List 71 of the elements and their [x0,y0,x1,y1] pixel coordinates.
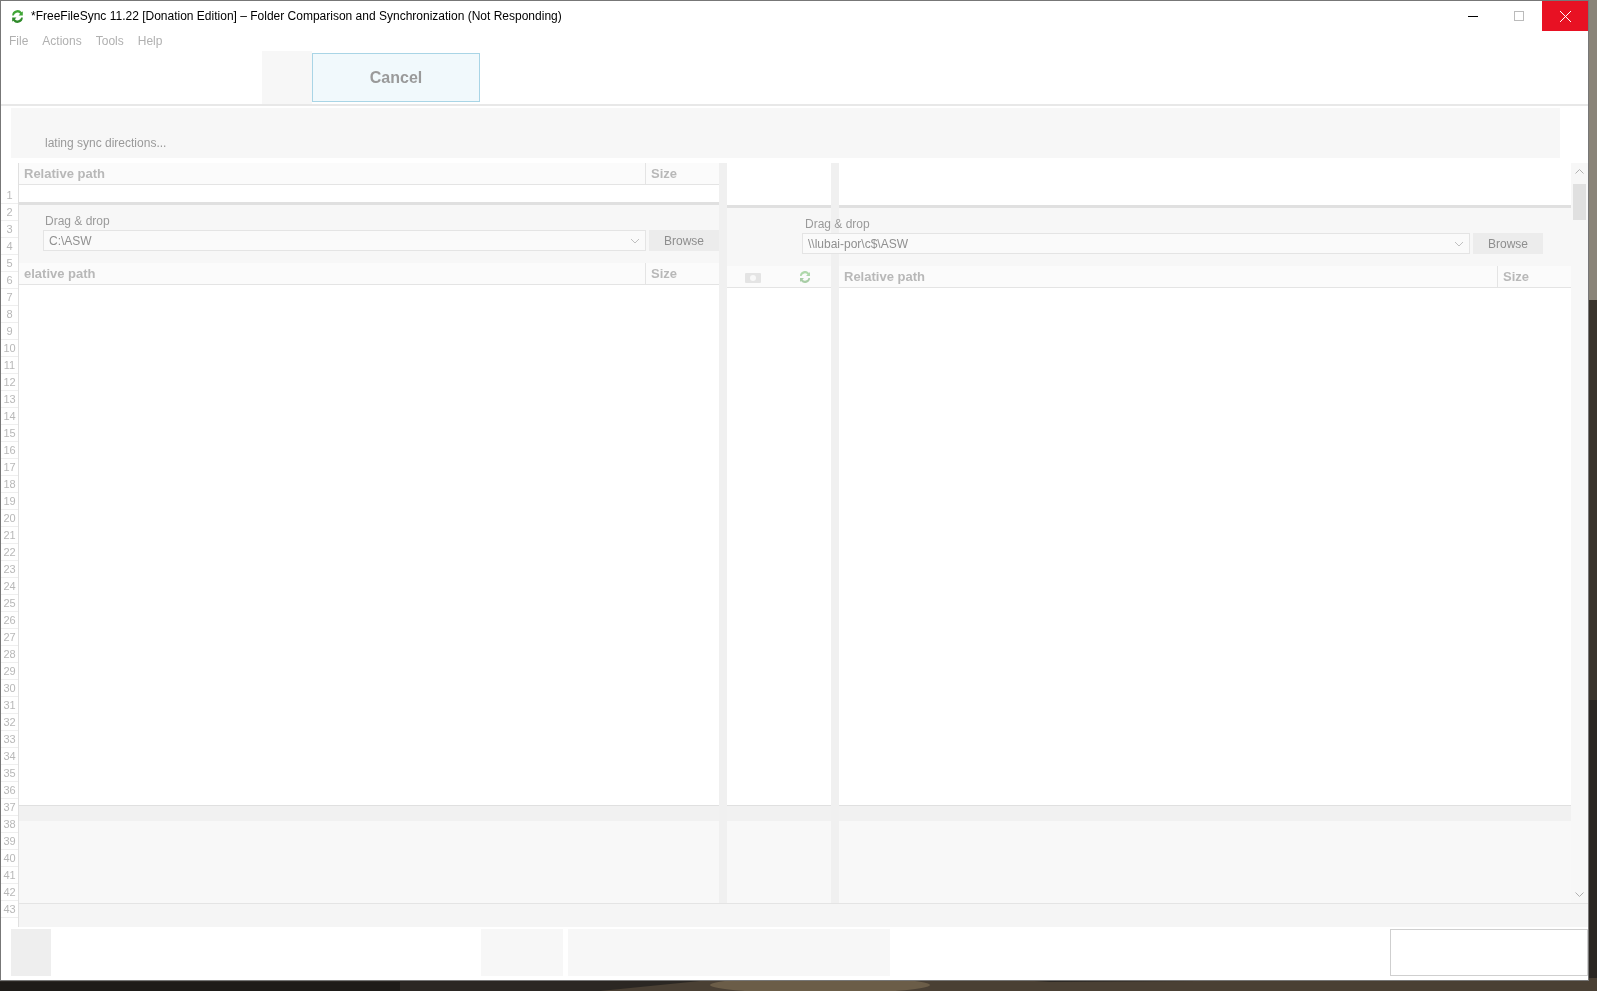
close-button[interactable] [1542,1,1588,31]
folder-path-field[interactable]: C:\ASW [43,230,646,251]
row-number: 23 [1,561,18,578]
row-number: 14 [1,408,18,425]
row-number: 21 [1,527,18,544]
row-number: 9 [1,323,18,340]
status-text: lating sync directions... [45,135,168,152]
column-header[interactable]: Relative path [19,163,645,184]
row-number: 34 [1,748,18,765]
row-number: 25 [1,595,18,612]
window-title: *FreeFileSync 11.22 [Donation Edition] – Folder Comparison and Synchronization (Not Responding) [31,8,562,25]
row-number: 18 [1,476,18,493]
column-header[interactable]: elative path [19,263,645,284]
drag-drop-label: Drag & drop [45,213,111,229]
menu-item[interactable]: Actions [42,32,82,50]
row-number: 10 [1,340,18,357]
row-number: 16 [1,442,18,459]
row-number: 22 [1,544,18,561]
row-number: 41 [1,867,18,884]
row-number: 37 [1,799,18,816]
row-number: 36 [1,782,18,799]
browse-button[interactable]: Browse [1473,233,1543,254]
row-number: 29 [1,663,18,680]
row-number: 5 [1,255,18,272]
dropdown-icon [1454,240,1464,247]
row-number: 42 [1,884,18,901]
row-number: 30 [1,680,18,697]
menu-item[interactable]: Tools [95,32,124,50]
row-number: 31 [1,697,18,714]
scroll-down-icon[interactable] [1575,892,1584,897]
column-header[interactable]: Size [645,163,719,184]
row-number: 32 [1,714,18,731]
row-number: 13 [1,391,18,408]
row-number: 39 [1,833,18,850]
row-number: 24 [1,578,18,595]
minimize-icon [1468,15,1478,17]
close-icon [1559,10,1571,22]
row-number: 3 [1,221,18,238]
menu-item[interactable]: Help [137,32,163,50]
column-header[interactable]: Size [645,263,719,284]
row-number: 17 [1,459,18,476]
cancel-button[interactable]: Cancel [312,53,480,102]
scroll-up-icon[interactable] [1575,169,1584,174]
row-number: 35 [1,765,18,782]
sync-icon [797,268,813,285]
menu-item[interactable]: File [9,32,29,50]
row-number: 2 [1,204,18,221]
row-number: 27 [1,629,18,646]
row-number: 12 [1,374,18,391]
row-number: 11 [1,357,18,374]
row-number: 20 [1,510,18,527]
maximize-icon [1514,11,1524,21]
row-number: 19 [1,493,18,510]
browse-button[interactable]: Browse [649,230,719,251]
app-logo-icon [9,7,26,25]
row-number: 43 [1,901,18,918]
row-number: 38 [1,816,18,833]
folder-path-field[interactable]: \\lubai-por\c$\ASW [802,233,1470,254]
row-number: 15 [1,425,18,442]
column-header[interactable]: Relative path [839,266,1497,287]
row-number: 1 [1,187,18,204]
row-number: 33 [1,731,18,748]
dropdown-icon [630,237,640,244]
row-number: 28 [1,646,18,663]
row-number: 40 [1,850,18,867]
row-number: 7 [1,289,18,306]
row-number: 8 [1,306,18,323]
row-number: 4 [1,238,18,255]
row-number: 6 [1,272,18,289]
drag-drop-label: Drag & drop [805,216,871,232]
row-number: 26 [1,612,18,629]
